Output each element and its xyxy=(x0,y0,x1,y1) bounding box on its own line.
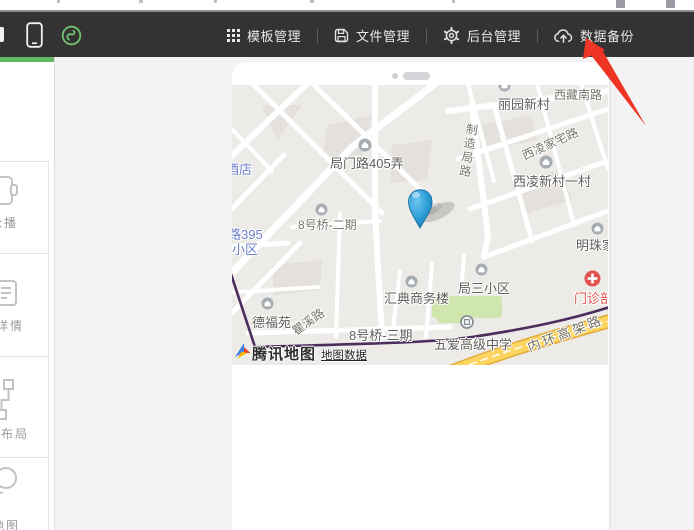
menu-separator xyxy=(537,29,538,43)
browser-edge-fragment xyxy=(57,0,60,3)
link-circle-icon[interactable] xyxy=(61,25,82,51)
detail-doc-icon xyxy=(0,294,18,311)
building-icon xyxy=(498,85,511,92)
menu-item-template-manage[interactable]: 模板管理 xyxy=(225,26,303,45)
sidebar-divider xyxy=(0,457,49,458)
menu-label: 后台管理 xyxy=(467,26,521,45)
map-data-link[interactable]: 地图数据 xyxy=(321,347,367,363)
building-icon xyxy=(539,155,552,168)
layout-nodes-icon xyxy=(0,409,18,426)
map-label: 8号桥-二期 xyxy=(298,216,357,233)
browser-edge-fragment xyxy=(666,0,675,8)
building-icon xyxy=(591,222,604,235)
map-canvas[interactable]: 丽园新村 西藏南路 制造局路 西凌家宅路 西凌新村一村 局门路405弄 酒店 8… xyxy=(232,85,608,365)
phone-speaker-pill xyxy=(403,72,430,80)
map-label: 五爱高级中学 xyxy=(434,334,512,353)
map-pin-outline-icon xyxy=(0,488,19,505)
sidebar-item-layout[interactable] xyxy=(0,378,18,427)
menu-separator xyxy=(317,29,318,43)
app-root: 模板管理 文件管理 xyxy=(0,0,694,530)
building-icon xyxy=(475,263,488,276)
phone-speaker-dot xyxy=(392,73,398,79)
menu-item-backend-manage[interactable]: 后台管理 xyxy=(441,26,523,45)
map-label: 明珠家 xyxy=(576,235,608,254)
mobile-preview-icon[interactable] xyxy=(26,22,43,53)
menu-item-data-backup[interactable]: 数据备份 xyxy=(552,26,636,45)
sidebar-divider xyxy=(0,161,49,162)
map-label: 门诊部 xyxy=(574,288,608,307)
browser-edge-strip xyxy=(0,0,694,10)
cloud-upload-icon xyxy=(554,28,573,43)
menu-separator xyxy=(426,29,427,43)
menu-label: 模板管理 xyxy=(247,26,301,45)
sidebar-item-label: 详情 xyxy=(0,317,24,334)
browser-edge-fragment xyxy=(616,0,625,8)
map-label: 汇典商务楼 xyxy=(384,288,449,307)
browser-edge-fragment xyxy=(310,0,314,3)
map-label: 局门路405弄 xyxy=(330,153,404,172)
browser-edge-fragment xyxy=(214,0,217,3)
map-attribution-brand: 腾讯地图 xyxy=(252,343,316,364)
sidebar-divider xyxy=(0,253,49,254)
map-label: 西藏南路 xyxy=(554,86,602,103)
grid-icon xyxy=(227,29,240,42)
component-sidebar: 轮播 详情 布局 xyxy=(0,57,55,530)
sidebar-item-map[interactable] xyxy=(0,465,19,506)
map-label: 8号桥-三期 xyxy=(349,325,413,344)
sidebar-item-detail[interactable] xyxy=(0,279,18,312)
save-icon xyxy=(334,28,349,43)
toolbar-menu: 模板管理 文件管理 xyxy=(225,12,636,59)
tencent-maps-logo xyxy=(234,342,252,365)
map-label: 西凌新村一村 xyxy=(513,171,591,190)
sidebar-divider xyxy=(0,356,49,357)
menu-label: 数据备份 xyxy=(580,26,634,45)
editor-canvas: 丽园新村 西藏南路 制造局路 西凌家宅路 西凌新村一村 局门路405弄 酒店 8… xyxy=(56,57,694,530)
sidebar-item-label: 布局 xyxy=(1,425,29,442)
map-label: 酒店 xyxy=(232,159,252,178)
map-label: 德福苑 xyxy=(252,312,291,331)
editor-toolbar: 模板管理 文件管理 xyxy=(0,10,694,57)
sidebar-divider xyxy=(48,161,49,530)
phone-preview-frame: 丽园新村 西藏南路 制造局路 西凌家宅路 西凌新村一村 局门路405弄 酒店 8… xyxy=(232,62,610,530)
building-icon xyxy=(405,275,418,288)
browser-edge-fragment xyxy=(139,0,143,3)
carousel-icon xyxy=(0,194,18,211)
metro-station-icon xyxy=(460,315,473,328)
building-icon xyxy=(358,138,371,151)
sidebar-item-label: 地图 xyxy=(0,517,20,530)
map-label: 丽园新村 xyxy=(498,94,550,113)
clinic-icon xyxy=(584,270,597,283)
map-label: 小区 xyxy=(232,239,258,258)
menu-item-file-manage[interactable]: 文件管理 xyxy=(332,26,412,45)
gear-icon xyxy=(443,27,460,44)
browser-edge-fragment xyxy=(452,0,455,3)
sidebar-accent-bar xyxy=(0,57,55,62)
building-icon xyxy=(261,297,274,310)
sidebar-item-carousel[interactable] xyxy=(0,175,18,212)
monitor-icon-fragment[interactable] xyxy=(0,27,4,42)
map-label: 局三小区 xyxy=(458,278,510,297)
sidebar-item-label: 轮播 xyxy=(0,214,18,231)
building-icon xyxy=(315,203,328,216)
menu-label: 文件管理 xyxy=(356,26,410,45)
